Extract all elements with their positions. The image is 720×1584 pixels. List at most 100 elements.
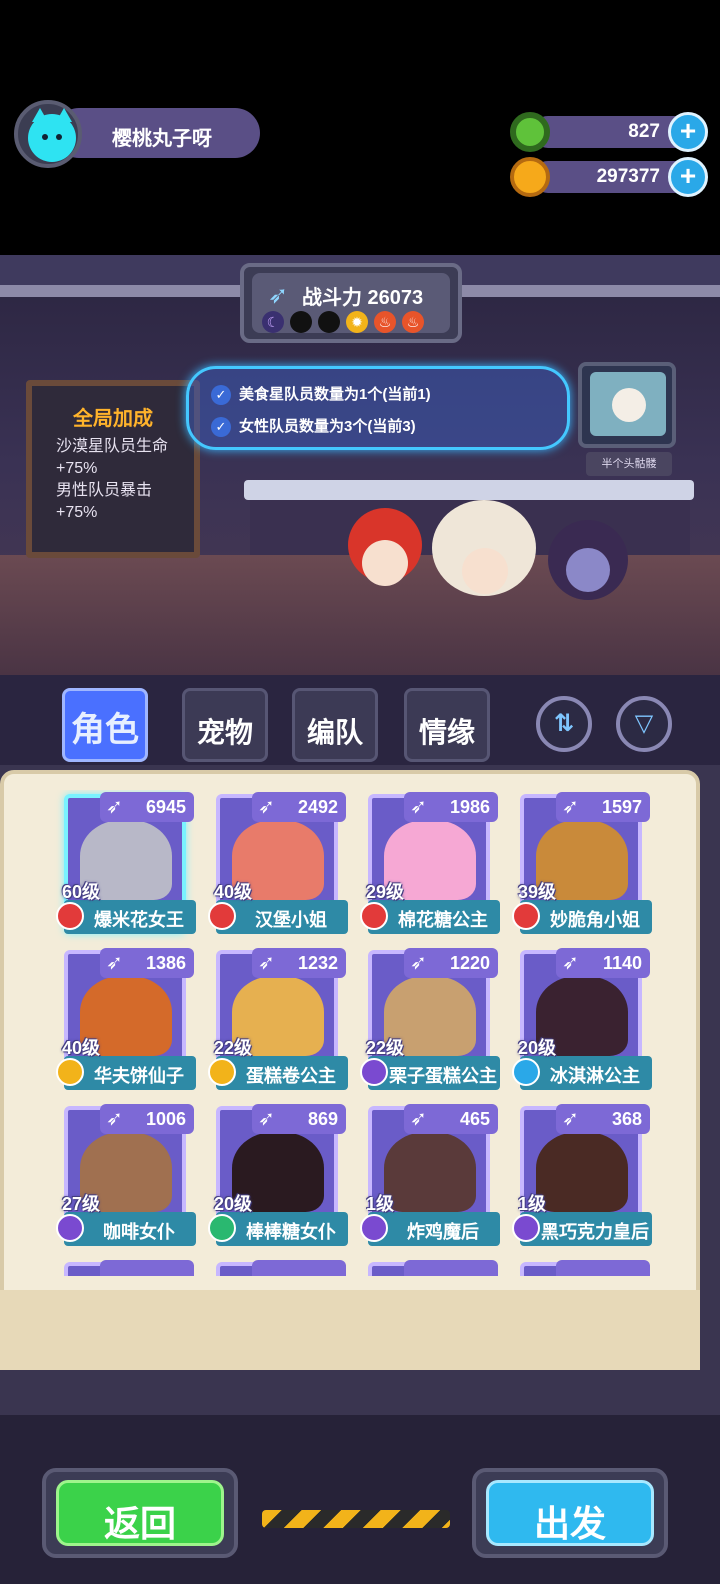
sort-button[interactable]: ⇅: [536, 696, 592, 752]
avatar-frame[interactable]: [14, 100, 82, 168]
character-card[interactable]: 2492 ➶ 40级 汉堡小姐: [206, 790, 348, 938]
add-gold-button[interactable]: +: [668, 157, 708, 197]
gold-currency: 297377 +: [508, 155, 708, 199]
card-level: 40级: [214, 882, 253, 902]
back-button[interactable]: 返回: [42, 1468, 238, 1558]
character-card-partial[interactable]: [510, 1258, 650, 1276]
player-profile[interactable]: 樱桃丸子呀: [14, 100, 260, 168]
card-level: 22级: [366, 1038, 405, 1058]
character-card[interactable]: 368 ➶ 1级 黑巧克力皇后: [510, 1102, 652, 1250]
feather-icon: ➶: [410, 796, 427, 818]
card-level: 1级: [366, 1194, 395, 1214]
add-donut-button[interactable]: +: [668, 112, 708, 152]
enemy-tv[interactable]: [578, 362, 676, 448]
character-card[interactable]: 1597 ➶ 39级 妙脆角小姐: [510, 790, 652, 938]
character-card[interactable]: 1386 ➶ 40级 华夫饼仙子: [54, 946, 196, 1094]
card-level: 1级: [518, 1194, 547, 1214]
enemy-name: 半个头骷髅: [586, 452, 672, 476]
condition-1: ✓ 美食星队员数量为1个(当前1): [211, 383, 431, 406]
card-level: 29级: [366, 882, 405, 902]
card-name: 爆米花女王: [94, 910, 184, 930]
player-name: 樱桃丸子呀: [112, 128, 212, 150]
bonus-title: 全局加成: [73, 408, 153, 430]
character-card[interactable]: 1140 ➶ 20级 冰淇淋公主: [510, 946, 652, 1094]
feather-icon: ➶: [410, 1108, 427, 1130]
card-level: 22级: [214, 1038, 253, 1058]
card-name: 棉花糖公主: [398, 910, 488, 930]
character-card[interactable]: 465 ➶ 1级 炸鸡魔后: [358, 1102, 500, 1250]
game-screen: 樱桃丸子呀 827 + 297377 + ➶ 战斗力 26073 ☾ ✹ ♨ ♨: [0, 0, 720, 1584]
check-icon: ✓: [211, 385, 231, 406]
card-name: 冰淇淋公主: [550, 1066, 640, 1086]
feather-icon: ➶: [562, 952, 579, 974]
card-name: 炸鸡魔后: [407, 1222, 479, 1242]
character-face: [566, 548, 610, 592]
card-power-partial: [556, 1260, 650, 1276]
power-label: 战斗力 26073: [302, 287, 424, 309]
character-card-partial[interactable]: [54, 1258, 194, 1276]
skull-icon: [612, 388, 646, 422]
empty-slot: [290, 311, 312, 333]
go-label: 出发: [533, 1503, 606, 1544]
character-card[interactable]: 1006 ➶ 27级 咖啡女仆: [54, 1102, 196, 1250]
character-card[interactable]: 1220 ➶ 22级 栗子蛋糕公主: [358, 946, 500, 1094]
donut-coin-icon: [510, 112, 550, 152]
fire-icon: ♨: [402, 311, 424, 333]
donut-amount: 827: [628, 121, 660, 142]
card-power-partial: [100, 1260, 194, 1276]
feather-icon: ➶: [258, 1108, 275, 1130]
bonus-line: 沙漠星队员生命+75%: [56, 438, 169, 477]
element-badge-icon: [512, 1058, 540, 1086]
card-name: 黑巧克力皇后: [541, 1222, 649, 1242]
card-name: 棒棒糖女仆: [246, 1222, 336, 1242]
sun-icon: ✹: [346, 311, 368, 333]
card-level: 20级: [518, 1038, 557, 1058]
tab-bonds[interactable]: 情缘: [404, 688, 490, 762]
card-level: 40级: [62, 1038, 101, 1058]
sort-icon: ⇅: [553, 710, 575, 737]
character-card[interactable]: 1232 ➶ 22级 蛋糕卷公主: [206, 946, 348, 1094]
go-button[interactable]: 出发: [472, 1468, 668, 1558]
card-name: 汉堡小姐: [255, 910, 327, 930]
gold-amount: 297377: [596, 166, 660, 187]
character-grid[interactable]: 6945 ➶ 60级 爆米花女王 2492 ➶ 40级 汉堡小姐 1986 ➶ 29级 棉花糖公主 15…: [54, 790, 662, 1276]
feather-icon: ➶: [106, 1108, 123, 1130]
character-face: [462, 548, 508, 594]
back-label: 返回: [103, 1503, 176, 1544]
element-badge-icon: [360, 1058, 388, 1086]
character-card[interactable]: 869 ➶ 20级 棒棒糖女仆: [206, 1102, 348, 1250]
character-card-partial[interactable]: [358, 1258, 498, 1276]
feather-icon: ➶: [106, 796, 123, 818]
feather-icon: ➶: [106, 952, 123, 974]
element-badge-icon: [360, 902, 388, 930]
element-badge-icon: [208, 902, 236, 930]
card-power-partial: [404, 1260, 498, 1276]
element-badge-icon: [512, 1214, 540, 1242]
card-level: 60级: [62, 882, 101, 902]
tab-formation[interactable]: 编队: [292, 688, 378, 762]
character-face: [362, 540, 408, 586]
fire-icon: ♨: [374, 311, 396, 333]
element-badge-icon: [360, 1214, 388, 1242]
tab-pets[interactable]: 宠物: [182, 688, 268, 762]
card-level: 20级: [214, 1194, 253, 1214]
feather-icon: ➶: [258, 952, 275, 974]
filter-icon: ▽: [634, 710, 654, 737]
bonus-desc: 沙漠星队员生命+75% 男性队员暴击+75%: [56, 436, 186, 524]
card-name: 栗子蛋糕公主: [389, 1066, 497, 1086]
character-card[interactable]: 6945 ➶ 60级 爆米花女王: [54, 790, 196, 938]
card-power-partial: [252, 1260, 346, 1276]
feather-icon: ➶: [562, 1108, 579, 1130]
filter-button[interactable]: ▽: [616, 696, 672, 752]
element-badge-icon: [208, 1214, 236, 1242]
character-card-partial[interactable]: [206, 1258, 346, 1276]
book-spine: [0, 1290, 700, 1370]
card-level: 27级: [62, 1194, 101, 1214]
card-name: 华夫饼仙子: [94, 1066, 184, 1086]
tab-characters[interactable]: 角色: [62, 688, 148, 762]
condition-2: ✓ 女性队员数量为3个(当前3): [211, 415, 416, 438]
card-name: 妙脆角小姐: [550, 910, 640, 930]
character-card[interactable]: 1986 ➶ 29级 棉花糖公主: [358, 790, 500, 938]
feather-icon: ➶: [258, 796, 275, 818]
power-panel: ➶ 战斗力 26073 ☾ ✹ ♨ ♨: [240, 263, 462, 343]
